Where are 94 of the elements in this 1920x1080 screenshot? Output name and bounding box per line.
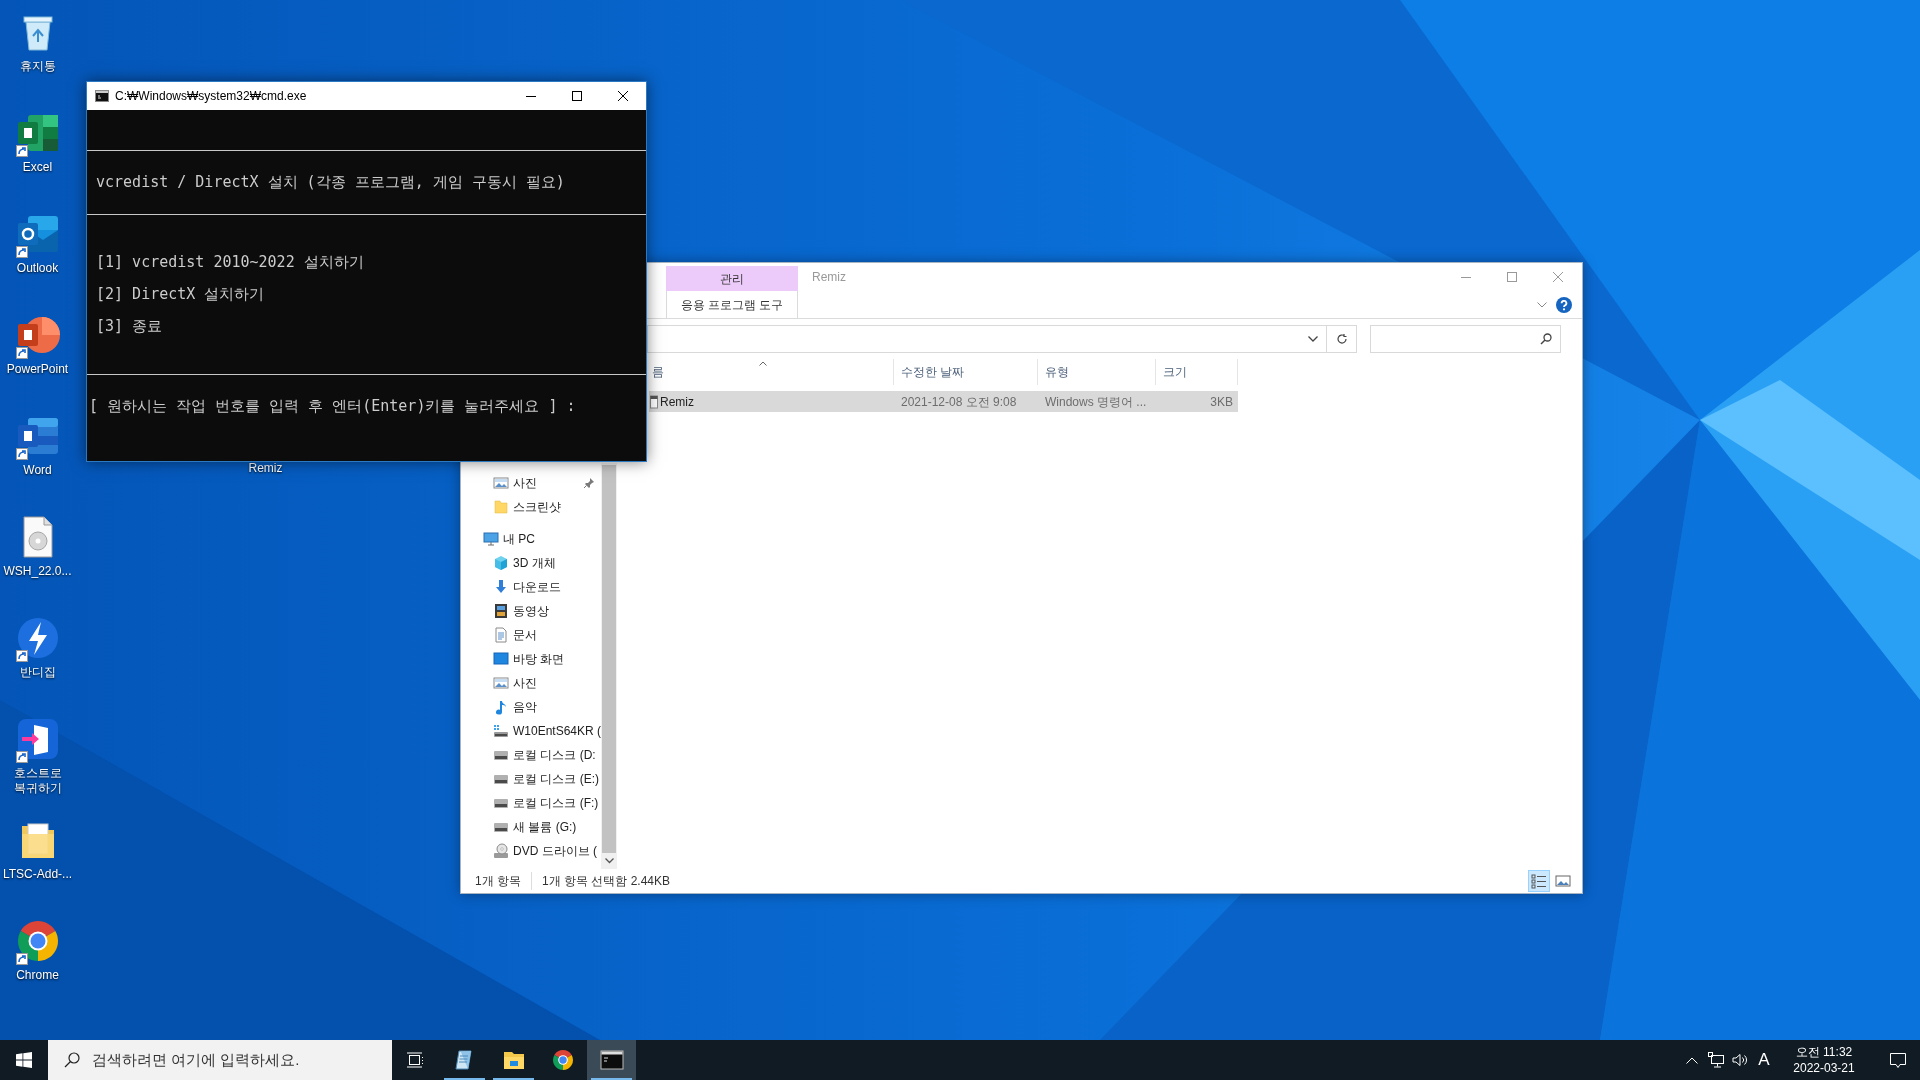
desktop-icon-label[interactable]: Excel bbox=[0, 160, 75, 175]
pictures-icon bbox=[493, 475, 509, 491]
table-cell-text: 2021-12-08 오전 9:08 bbox=[900, 393, 1018, 411]
console-line: [1] vcredist 2010~2022 설치하기 bbox=[95, 252, 365, 273]
search-icon bbox=[1540, 333, 1552, 345]
file-name: Remiz bbox=[660, 393, 694, 411]
status-text: 1개 항목 선택함 2.44KB bbox=[542, 873, 671, 890]
nav-item[interactable]: 로컬 디스크 (E:) bbox=[461, 767, 601, 791]
task-view-icon bbox=[407, 1052, 425, 1068]
desktop-icon-label[interactable]: LTSC-Add-... bbox=[0, 867, 75, 882]
taskbar-app-button[interactable] bbox=[587, 1040, 636, 1080]
ring-logo-icon bbox=[550, 1048, 575, 1072]
view-button[interactable] bbox=[1528, 870, 1550, 892]
desktop-icon-label[interactable]: PowerPoint bbox=[0, 362, 75, 377]
desktop-icon-label[interactable]: 호스트로 복귀하기 bbox=[0, 766, 75, 796]
search-icon bbox=[64, 1052, 80, 1068]
close-icon bbox=[618, 91, 628, 101]
desktop-icon-label[interactable]: Word bbox=[0, 463, 75, 478]
nav-item[interactable]: W10EntS64KR ( bbox=[461, 719, 601, 743]
pictures-icon bbox=[493, 675, 509, 691]
close-icon bbox=[1553, 272, 1563, 282]
desktop-icon-label[interactable]: 반디집 bbox=[0, 665, 75, 680]
status-text: 1개 항목 bbox=[475, 872, 532, 890]
folder-icon bbox=[493, 499, 509, 515]
nav-item[interactable]: DVD 드라이브 ( bbox=[461, 839, 601, 863]
network-icon bbox=[1708, 1052, 1724, 1068]
nav-item[interactable]: 로컬 디스크 (F:) bbox=[461, 791, 601, 815]
nav-item[interactable]: 음악 bbox=[461, 695, 601, 719]
music-note-icon bbox=[493, 699, 509, 715]
nav-item[interactable]: 다운로드 bbox=[461, 575, 601, 599]
notification-icon bbox=[1890, 1052, 1906, 1068]
disc-drive-icon bbox=[493, 843, 509, 859]
film-icon bbox=[493, 603, 509, 619]
nav-item[interactable]: 스크린샷 bbox=[461, 495, 601, 519]
clock-button[interactable]: 오전 11:32 2022-03-21 bbox=[1784, 1040, 1864, 1080]
desktop-icon-label[interactable]: WSH_22.0... bbox=[0, 564, 75, 579]
table-cell-text: Windows 명령어 ... bbox=[1044, 393, 1148, 411]
file-icon bbox=[650, 394, 658, 409]
console-line: vcredist / DirectX 설치 (각종 프로그램, 게임 구동시 필요) bbox=[95, 172, 566, 193]
nav-item[interactable]: 바탕 화면 bbox=[461, 647, 601, 671]
desktop-icon-label[interactable]: Remiz bbox=[228, 461, 303, 476]
cube-icon bbox=[493, 555, 509, 571]
console-icon bbox=[95, 90, 109, 102]
window-title: Remiz bbox=[812, 269, 846, 286]
nav-item[interactable]: 사진 bbox=[461, 471, 601, 495]
nav-item[interactable]: 문서 bbox=[461, 623, 601, 647]
nav-item[interactable]: 새 볼륨 (G:) bbox=[461, 815, 601, 839]
desktop-icon-label[interactable]: Outlook bbox=[0, 261, 75, 276]
input-mode-button[interactable]: A bbox=[1752, 1040, 1776, 1080]
search-input[interactable]: 검색하려면 여기에 입력하세요. bbox=[92, 1048, 392, 1072]
ribbon-group-label: 응용 프로그램 도구 bbox=[666, 291, 798, 318]
desktop-icon-label[interactable]: Chrome bbox=[0, 968, 75, 983]
nav-item[interactable]: 동영상 bbox=[461, 599, 601, 623]
address-field[interactable] bbox=[647, 325, 1327, 353]
table-cell-text: 3KB bbox=[1209, 393, 1234, 411]
scrollbar[interactable] bbox=[601, 463, 617, 869]
computer-icon bbox=[483, 531, 499, 547]
refresh-icon bbox=[1335, 333, 1348, 345]
window-title: C:₩Windows₩system32₩cmd.exe bbox=[115, 88, 307, 105]
column-header[interactable]: 름 bbox=[649, 359, 894, 385]
chevron-down-icon[interactable] bbox=[604, 858, 614, 864]
help-icon bbox=[1556, 296, 1572, 313]
refresh-button[interactable] bbox=[1327, 325, 1357, 353]
nav-item[interactable]: 내 PC bbox=[461, 527, 601, 551]
column-header[interactable]: 유형 bbox=[1038, 359, 1156, 385]
taskbar-search-box[interactable]: 검색하려면 여기에 입력하세요. bbox=[48, 1040, 392, 1080]
console-line: [3] 종료 bbox=[95, 316, 164, 337]
nav-item[interactable]: 사진 bbox=[461, 671, 601, 695]
sort-caret-icon bbox=[759, 361, 767, 366]
file-row[interactable]: Remiz 2021-12-08 오전 9:08 Windows 명령어 ... 3KB bbox=[649, 391, 1238, 412]
details-view-icon bbox=[1531, 873, 1547, 889]
maximize-icon bbox=[572, 91, 582, 101]
large-icons-view-icon bbox=[1555, 873, 1571, 889]
speaker-icon bbox=[1732, 1053, 1748, 1067]
column-header[interactable]: 수정한 날짜 bbox=[894, 359, 1038, 385]
chevron-up-icon bbox=[1686, 1056, 1698, 1064]
chevron-down-icon bbox=[1537, 301, 1547, 308]
chevron-down-icon bbox=[1308, 336, 1318, 342]
nav-item[interactable]: 로컬 디스크 (D: bbox=[461, 743, 601, 767]
column-header[interactable]: 크기 bbox=[1156, 359, 1238, 385]
desktop-icon bbox=[493, 651, 509, 667]
console-line: [ 원하시는 작업 번호를 입력 후 엔터(Enter)키를 눌러주세요 ] : bbox=[88, 396, 577, 417]
start-icon bbox=[16, 1052, 32, 1068]
console-line: [2] DirectX 설치하기 bbox=[95, 284, 266, 305]
document-icon bbox=[493, 627, 509, 643]
drive-icon bbox=[493, 723, 509, 739]
context-tab[interactable]: 관리 bbox=[666, 266, 798, 291]
scrollbar-thumb[interactable] bbox=[602, 465, 616, 853]
desktop-icon-label[interactable]: 휴지통 bbox=[0, 59, 75, 74]
console-icon bbox=[599, 1048, 624, 1072]
maximize-icon bbox=[1507, 272, 1517, 282]
nav-item[interactable]: 3D 개체 bbox=[461, 551, 601, 575]
download-icon bbox=[493, 579, 509, 595]
search-field[interactable] bbox=[1370, 325, 1561, 353]
